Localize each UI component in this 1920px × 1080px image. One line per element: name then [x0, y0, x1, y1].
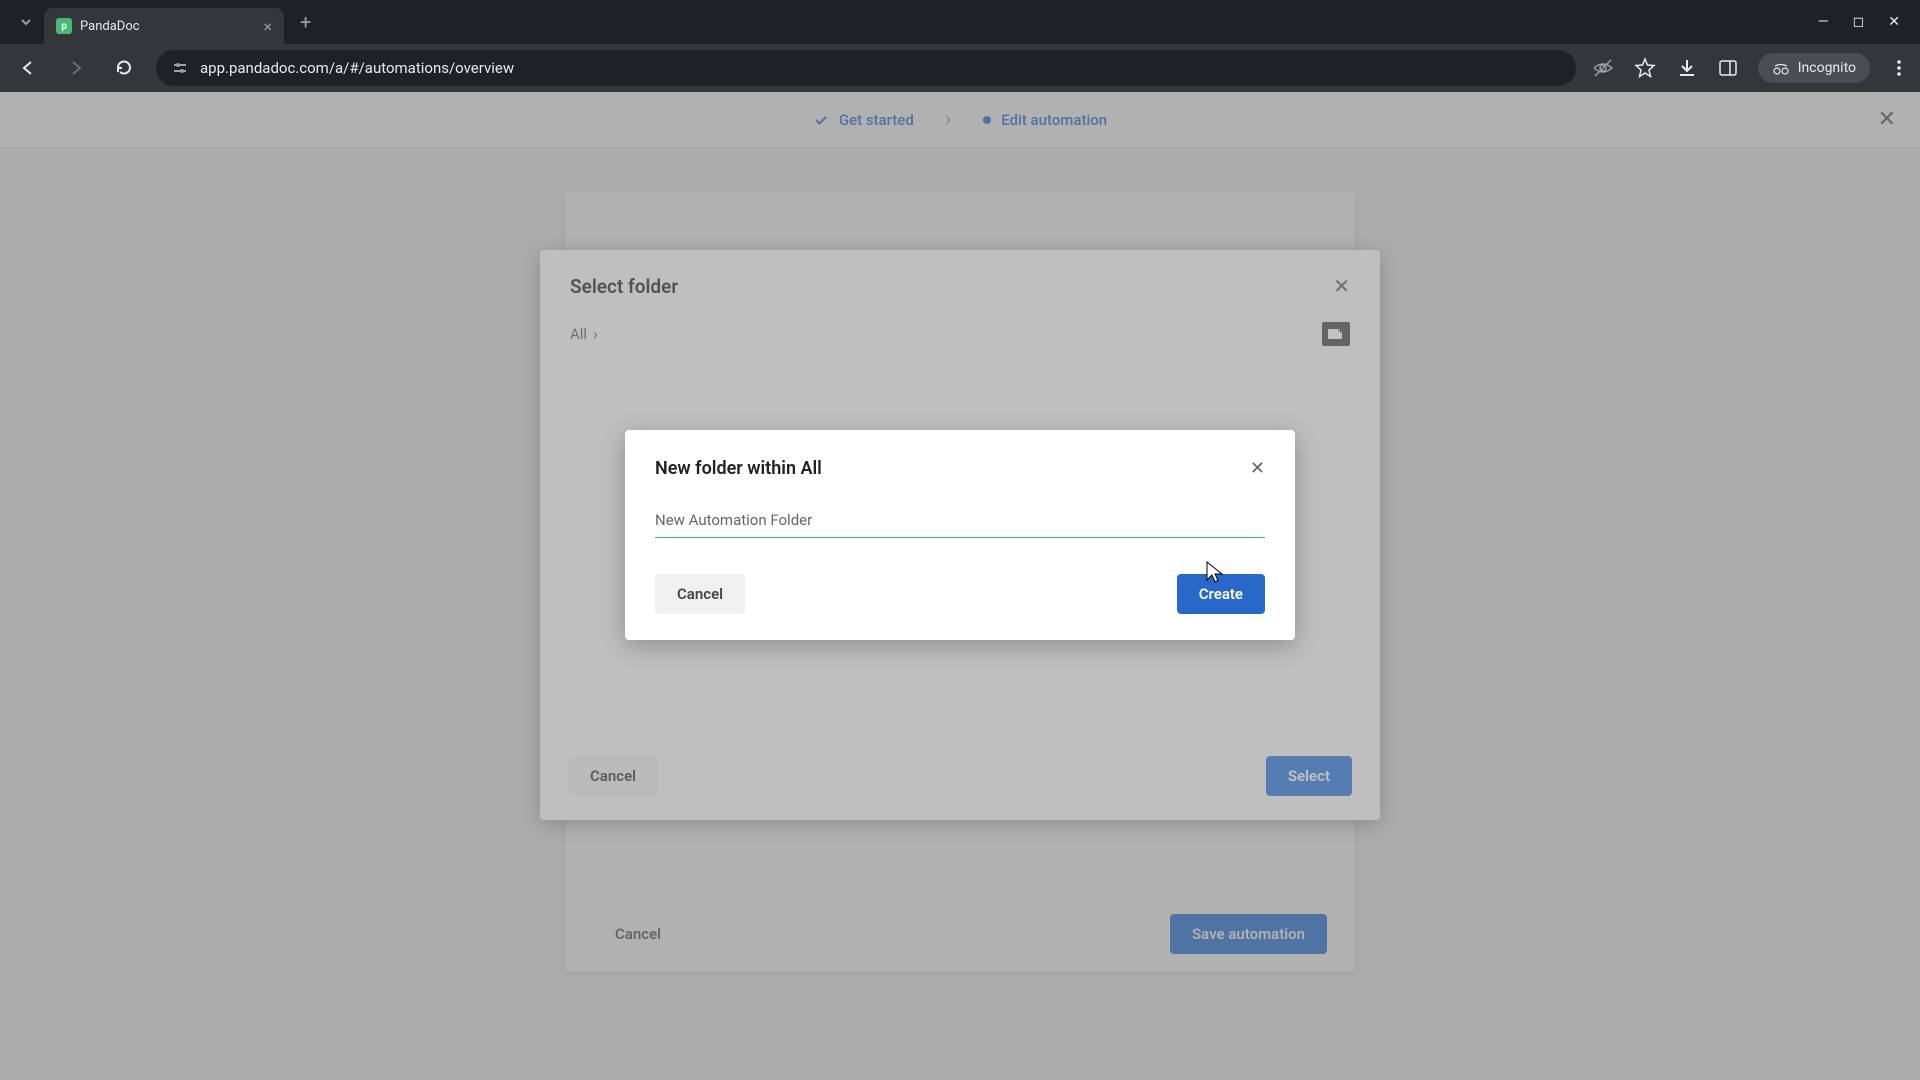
- page-content: Get started › Edit automation ✕ Cancel S…: [0, 92, 1920, 1080]
- cancel-new-folder-button[interactable]: Cancel: [655, 574, 745, 614]
- incognito-icon: [1772, 59, 1790, 77]
- new-folder-footer: Cancel Create: [655, 574, 1265, 614]
- url-text: app.pandadoc.com/a/#/automations/overvie…: [200, 59, 514, 77]
- tab-title: PandaDoc: [80, 19, 255, 34]
- bookmark-star-icon[interactable]: [1634, 57, 1656, 79]
- window-controls: — ◻ ✕: [1818, 14, 1920, 30]
- nav-right: Incognito: [1592, 53, 1908, 83]
- close-window-icon[interactable]: ✕: [1888, 14, 1900, 30]
- minimize-icon[interactable]: —: [1818, 14, 1829, 30]
- pandadoc-favicon-icon: p: [56, 18, 72, 34]
- side-panel-icon[interactable]: [1718, 58, 1738, 78]
- nav-bar: app.pandadoc.com/a/#/automations/overvie…: [0, 44, 1920, 92]
- browser-tab[interactable]: p PandaDoc ×: [44, 8, 284, 44]
- site-settings-icon[interactable]: [172, 60, 188, 76]
- reload-button[interactable]: [108, 52, 140, 84]
- create-folder-button[interactable]: Create: [1177, 574, 1265, 614]
- tab-close-icon[interactable]: ×: [263, 17, 272, 36]
- eye-off-icon[interactable]: [1592, 57, 1614, 79]
- new-folder-header: New folder within All ✕: [655, 458, 1265, 479]
- folder-name-input[interactable]: [655, 503, 1265, 538]
- menu-dots-icon[interactable]: [1890, 59, 1908, 77]
- forward-button[interactable]: [60, 52, 92, 84]
- browser-chrome: p PandaDoc × + — ◻ ✕ app.pandadoc.com/a/…: [0, 0, 1920, 92]
- select-folder-modal: Select folder ✕ All › + Cancel Select Ne…: [540, 250, 1380, 820]
- download-icon[interactable]: [1676, 57, 1698, 79]
- incognito-badge[interactable]: Incognito: [1758, 53, 1870, 83]
- new-folder-title: New folder within All: [655, 458, 822, 479]
- back-button[interactable]: [12, 52, 44, 84]
- tab-search-dropdown[interactable]: [8, 4, 44, 40]
- new-tab-button[interactable]: +: [284, 2, 327, 42]
- new-folder-modal: New folder within All ✕ Cancel Create: [625, 430, 1295, 640]
- incognito-label: Incognito: [1798, 60, 1856, 76]
- close-new-folder-button[interactable]: ✕: [1250, 458, 1265, 479]
- maximize-icon[interactable]: ◻: [1853, 14, 1865, 30]
- url-bar[interactable]: app.pandadoc.com/a/#/automations/overvie…: [156, 50, 1576, 86]
- tab-bar: p PandaDoc × + — ◻ ✕: [0, 0, 1920, 44]
